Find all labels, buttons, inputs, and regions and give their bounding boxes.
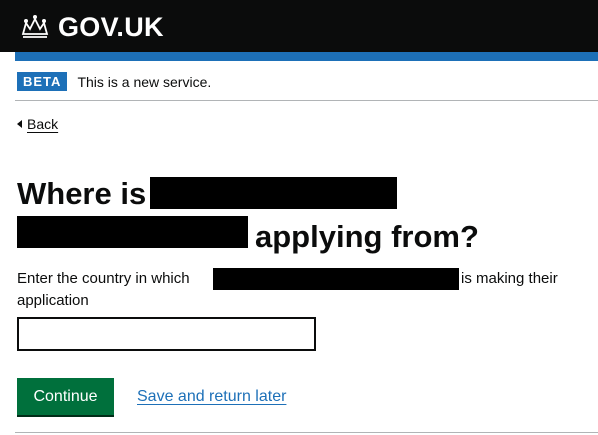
logo-text: GOV.UK [58,11,164,42]
header-blue-bar [15,52,598,61]
crown-icon [20,14,50,40]
redacted-block [17,216,248,248]
phase-tag: BETA [17,72,68,91]
heading-text-end: applying from? [255,219,479,254]
phase-banner: BETA This is a new service. [17,72,211,91]
phase-divider [15,100,598,101]
phase-text: This is a new service. [77,73,212,90]
govuk-logo-link[interactable]: GOV.UK [20,10,164,44]
redacted-block [213,268,459,290]
footer-divider [15,432,598,433]
heading-text-start: Where is [17,176,147,211]
hint-text: application [17,292,89,309]
back-link[interactable]: Back [17,116,58,132]
back-arrow-icon [17,120,22,128]
hint-text: is making their [461,270,558,287]
back-link-label: Back [27,116,59,132]
hint-text: Enter the country in which [17,270,190,287]
site-header: GOV.UK [0,0,598,52]
continue-button[interactable]: Continue [17,378,114,415]
redacted-block [150,177,397,209]
save-and-return-link[interactable]: Save and return later [137,388,286,406]
country-input[interactable] [17,317,316,351]
